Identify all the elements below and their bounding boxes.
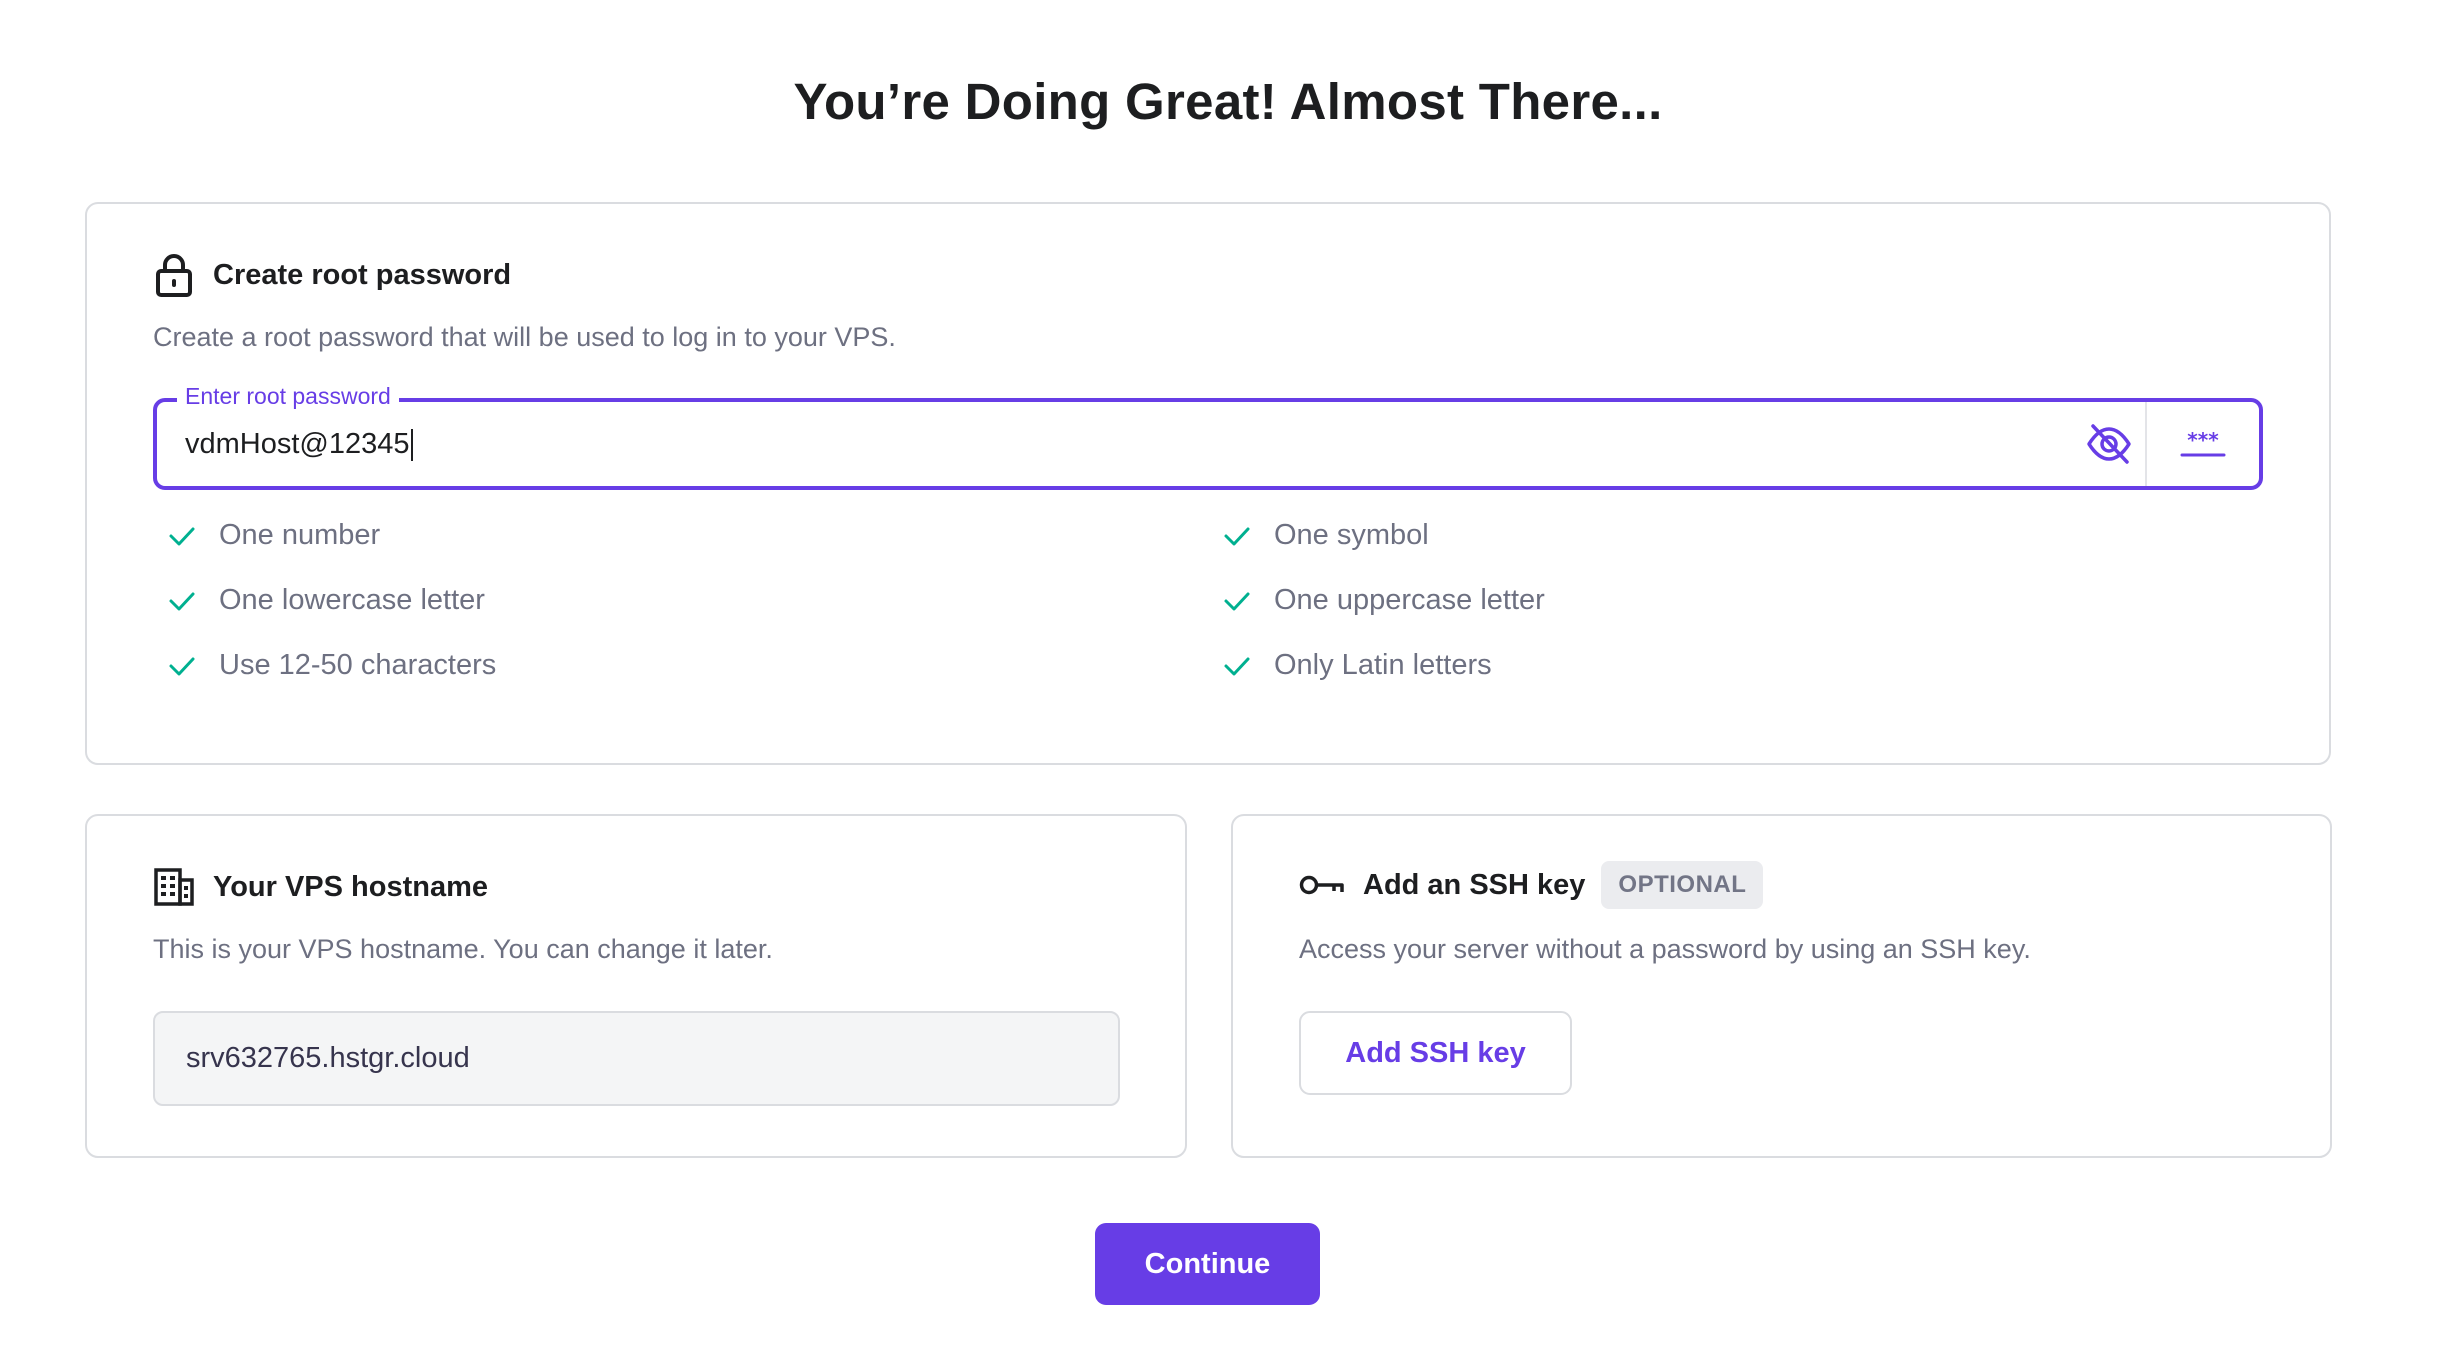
rule-item: One symbol (1222, 519, 1429, 552)
key-icon (1299, 864, 1345, 906)
ssh-key-card: Add an SSH key OPTIONAL Access your serv… (1231, 814, 2332, 1158)
page-title: You’re Doing Great! Almost There... (793, 73, 1663, 130)
hostname-card: Your VPS hostname This is your VPS hostn… (85, 814, 1187, 1158)
root-password-input[interactable]: vdmHost@12345 (185, 402, 413, 486)
svg-text:***: *** (2187, 429, 2219, 452)
rule-label: Only Latin letters (1274, 649, 1492, 681)
root-password-field[interactable]: Enter root password vdmHost@12345 *** (153, 383, 2263, 490)
check-icon (169, 592, 195, 610)
optional-badge: OPTIONAL (1601, 861, 1764, 909)
root-password-card: Create root password Create a root passw… (85, 202, 2331, 765)
rule-item: Use 12-50 characters (167, 649, 496, 682)
continue-button[interactable]: Continue (1095, 1223, 1320, 1305)
rule-item: Only Latin letters (1222, 649, 1492, 682)
rule-label: Use 12-50 characters (219, 649, 497, 681)
root-password-title: Create root password (213, 258, 512, 291)
check-icon (1224, 527, 1250, 545)
rule-label: One number (219, 519, 381, 551)
rule-item: One number (167, 519, 380, 552)
asterisks-icon[interactable]: *** (2147, 402, 2259, 486)
check-icon (1224, 592, 1250, 610)
check-icon (1224, 657, 1250, 675)
hostname-title: Your VPS hostname (213, 870, 489, 903)
ssh-key-header: Add an SSH key OPTIONAL (1299, 861, 1764, 909)
rule-item: One uppercase letter (1222, 584, 1545, 617)
rule-item: One lowercase letter (167, 584, 485, 617)
check-icon (169, 527, 195, 545)
hostname-input[interactable]: srv632765.hstgr.cloud (153, 1011, 1120, 1106)
add-ssh-key-button[interactable]: Add SSH key (1299, 1011, 1572, 1095)
hostname-header: Your VPS hostname (153, 866, 488, 908)
hostname-description: This is your VPS hostname. You can chang… (153, 934, 773, 964)
eye-slash-icon[interactable] (2085, 420, 2133, 468)
lock-icon (153, 254, 195, 297)
building-icon (153, 866, 195, 908)
root-password-header: Create root password (153, 254, 512, 297)
ssh-key-title: Add an SSH key (1363, 868, 1586, 901)
rule-label: One uppercase letter (1274, 584, 1545, 616)
rule-label: One lowercase letter (219, 584, 485, 616)
ssh-key-description: Access your server without a password by… (1299, 934, 2031, 964)
check-icon (169, 657, 195, 675)
root-password-description: Create a root password that will be used… (153, 322, 896, 352)
rule-label: One symbol (1274, 519, 1429, 551)
